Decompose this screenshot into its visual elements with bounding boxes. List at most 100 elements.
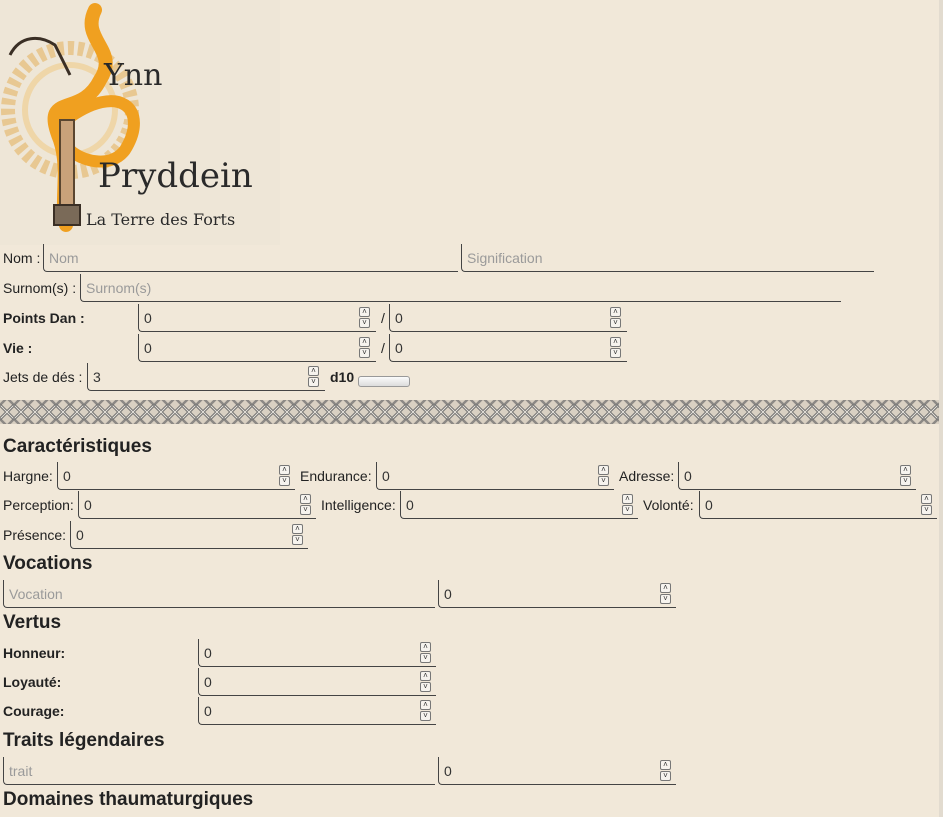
vie-max-input[interactable]: 0 ˄ ˅ [389,334,627,362]
nom-input[interactable]: Nom [43,244,458,272]
vocation-name-input[interactable]: Vocation [3,580,435,608]
logo-title-top: Ynn [104,58,163,93]
vie-input[interactable]: 0 ˄ ˅ [138,334,376,362]
hargne-stepper[interactable]: ˄ ˅ [279,465,290,487]
domaines-title: Domaines thaumaturgiques [3,789,254,810]
jets-label: Jets de dés : [3,369,83,385]
volonte-stepper[interactable]: ˄ ˅ [921,494,932,516]
chevron-up-icon[interactable]: ˄ [598,465,609,475]
endurance-stepper[interactable]: ˄ ˅ [598,465,609,487]
points-dan-max-input[interactable]: 0 ˄ ˅ [389,304,627,332]
points-dan-max-stepper[interactable]: ˄ ˅ [610,307,621,329]
chevron-up-icon[interactable]: ˄ [660,583,671,593]
chevron-down-icon[interactable]: ˅ [660,771,671,781]
intelligence-input[interactable]: 0 ˄ ˅ [400,491,638,519]
courage-input[interactable]: 0 ˄ ˅ [198,697,436,725]
logo-tagline: La Terre des Forts [86,210,236,229]
perception-stepper[interactable]: ˄ ˅ [300,494,311,516]
presence-value: 0 [76,527,84,543]
vocation-stepper[interactable]: ˄ ˅ [660,583,671,605]
chevron-down-icon[interactable]: ˅ [610,318,621,328]
endurance-value: 0 [382,468,390,484]
chevron-down-icon[interactable]: ˅ [622,505,633,515]
chevron-up-icon[interactable]: ˄ [622,494,633,504]
chevron-down-icon[interactable]: ˅ [921,505,932,515]
trait-stepper[interactable]: ˄ ˅ [660,760,671,782]
chevron-up-icon[interactable]: ˄ [900,465,911,475]
chevron-up-icon[interactable]: ˄ [279,465,290,475]
presence-label: Présence: [3,527,67,543]
adresse-stepper[interactable]: ˄ ˅ [900,465,911,487]
chevron-up-icon[interactable]: ˄ [420,671,431,681]
honneur-stepper[interactable]: ˄ ˅ [420,642,431,664]
chevron-down-icon[interactable]: ˅ [279,476,290,486]
chevron-down-icon[interactable]: ˅ [420,653,431,663]
loyaute-stepper[interactable]: ˄ ˅ [420,671,431,693]
logo: Ynn Pryddein La Terre des Forts [0,0,280,245]
chevron-up-icon[interactable]: ˄ [610,307,621,317]
chevron-down-icon[interactable]: ˅ [598,476,609,486]
loyaute-input[interactable]: 0 ˄ ˅ [198,668,436,696]
chevron-down-icon[interactable]: ˅ [359,348,370,358]
chevron-down-icon[interactable]: ˅ [300,505,311,515]
intelligence-stepper[interactable]: ˄ ˅ [622,494,633,516]
honneur-input[interactable]: 0 ˄ ˅ [198,639,436,667]
adresse-label: Adresse: [619,468,675,484]
chevron-up-icon[interactable]: ˄ [420,700,431,710]
trait-value: 0 [444,763,452,779]
chevron-up-icon[interactable]: ˄ [610,337,621,347]
endurance-input[interactable]: 0 ˄ ˅ [376,462,614,490]
chevron-up-icon[interactable]: ˄ [359,337,370,347]
points-dan-stepper[interactable]: ˄ ˅ [359,307,370,329]
jets-input[interactable]: 3 ˄ ˅ [87,363,325,391]
vie-max-stepper[interactable]: ˄ ˅ [610,337,621,359]
chevron-up-icon[interactable]: ˄ [420,642,431,652]
hargne-input[interactable]: 0 ˄ ˅ [57,462,295,490]
roll-button[interactable] [358,376,410,387]
chevron-up-icon[interactable]: ˄ [292,524,303,534]
vocation-value-input[interactable]: 0 ˄ ˅ [438,580,676,608]
chevron-down-icon[interactable]: ˅ [610,348,621,358]
volonte-input[interactable]: 0 ˄ ˅ [699,491,937,519]
braid-divider [0,400,943,424]
surnom-input[interactable]: Surnom(s) [80,274,841,302]
page-scrollbar[interactable] [939,0,943,817]
vie-label: Vie : [3,340,33,356]
points-dan-max-value: 0 [395,310,403,326]
dice-label: d10 [330,369,355,385]
vocation-placeholder: Vocation [9,586,63,602]
chevron-up-icon[interactable]: ˄ [921,494,932,504]
presence-input[interactable]: 0 ˄ ˅ [70,521,308,549]
chevron-up-icon[interactable]: ˄ [308,366,319,376]
chevron-down-icon[interactable]: ˅ [420,682,431,692]
points-dan-value: 0 [144,310,152,326]
adresse-input[interactable]: 0 ˄ ˅ [678,462,916,490]
chevron-down-icon[interactable]: ˅ [359,318,370,328]
chevron-up-icon[interactable]: ˄ [359,307,370,317]
points-dan-input[interactable]: 0 ˄ ˅ [138,304,376,332]
chevron-up-icon[interactable]: ˄ [660,760,671,770]
trait-name-input[interactable]: trait [3,757,435,785]
vocations-title: Vocations [3,553,93,574]
vie-stepper[interactable]: ˄ ˅ [359,337,370,359]
chevron-down-icon[interactable]: ˅ [292,535,303,545]
chevron-up-icon[interactable]: ˄ [300,494,311,504]
hargne-value: 0 [63,468,71,484]
trait-value-input[interactable]: 0 ˄ ˅ [438,757,676,785]
chevron-down-icon[interactable]: ˅ [308,377,319,387]
signification-input[interactable]: Signification [461,244,874,272]
nom-label: Nom : [3,250,41,266]
jets-stepper[interactable]: ˄ ˅ [308,366,319,388]
vie-value: 0 [144,340,152,356]
chevron-down-icon[interactable]: ˅ [660,594,671,604]
chevron-down-icon[interactable]: ˅ [420,711,431,721]
vie-slash: / [381,340,385,356]
logo-emblem-icon [1,3,140,232]
perception-input[interactable]: 0 ˄ ˅ [78,491,316,519]
courage-stepper[interactable]: ˄ ˅ [420,700,431,722]
presence-stepper[interactable]: ˄ ˅ [292,524,303,546]
nom-placeholder: Nom [49,250,79,266]
surnom-placeholder: Surnom(s) [86,280,152,296]
chevron-down-icon[interactable]: ˅ [900,476,911,486]
honneur-label: Honneur: [3,645,66,661]
